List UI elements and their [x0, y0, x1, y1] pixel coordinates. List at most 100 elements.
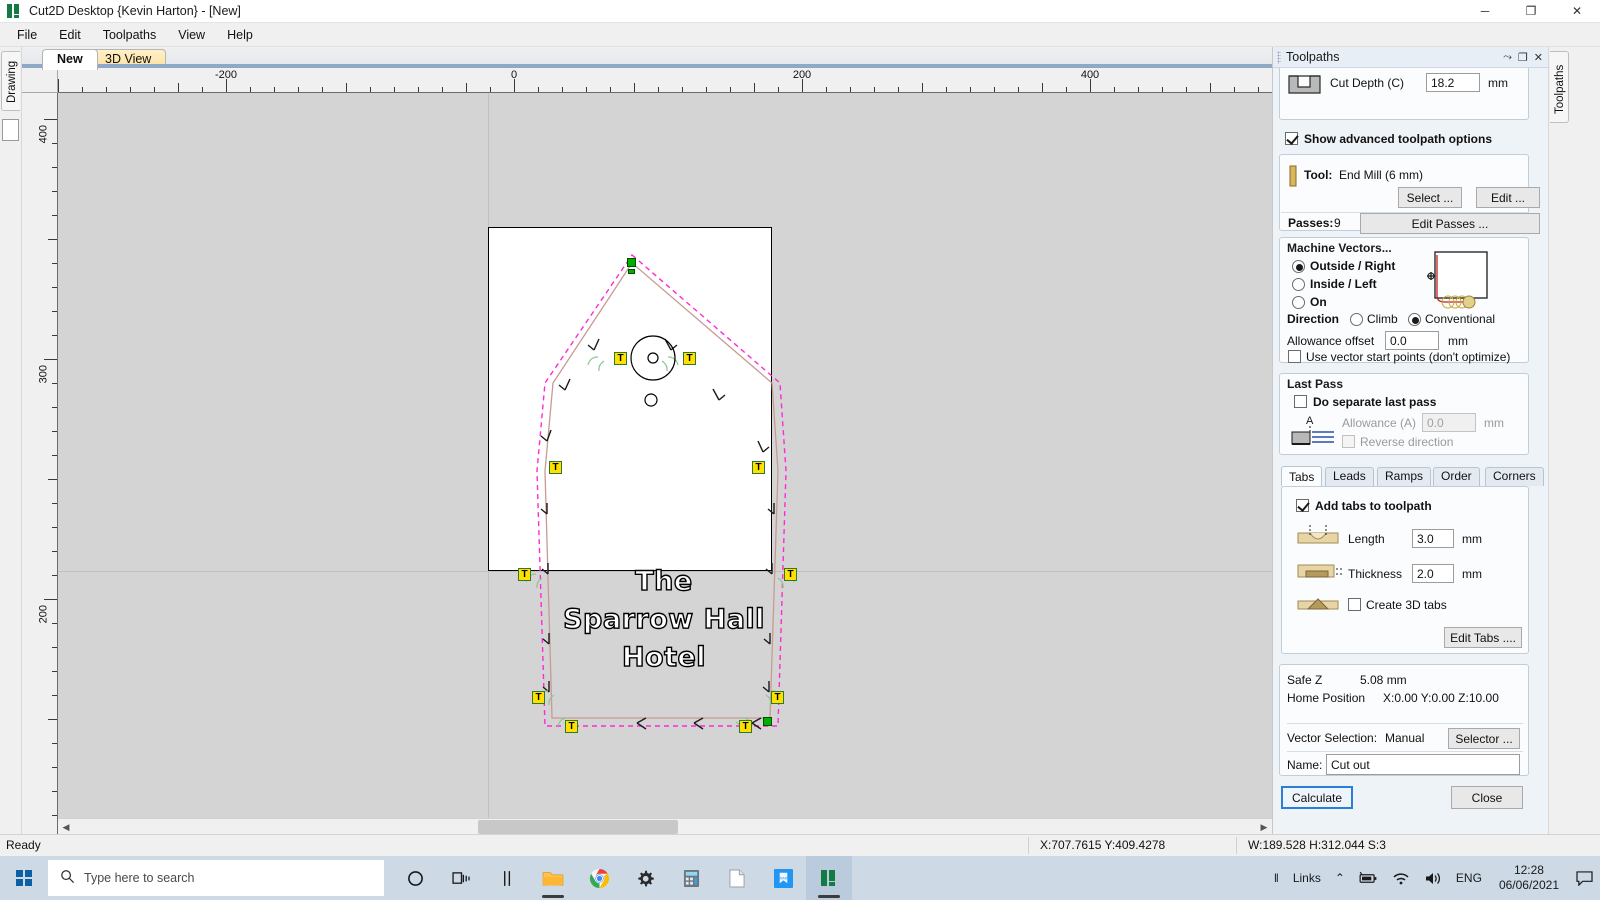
chrome-icon[interactable]: [576, 856, 622, 900]
start-button[interactable]: [0, 856, 48, 900]
tab-length-label: Length: [1348, 532, 1385, 546]
tab-marker[interactable]: T: [532, 691, 545, 704]
tool-label: Tool:: [1304, 168, 1332, 182]
radio-inside-left[interactable]: [1292, 278, 1305, 291]
panel-grip-icon[interactable]: [1277, 51, 1281, 64]
option-tab-corners[interactable]: Corners: [1485, 467, 1544, 486]
edit-tabs-button[interactable]: Edit Tabs ....: [1444, 627, 1522, 648]
tab-marker[interactable]: T: [771, 691, 784, 704]
toolpath-start-point-marker[interactable]: [628, 269, 635, 274]
tab-thickness-label: Thickness: [1348, 567, 1402, 581]
clock[interactable]: 12:28 06/06/2021: [1489, 856, 1569, 900]
drawing-canvas[interactable]: T T T T T T T T T T The Sparrow Hall Hot…: [58, 93, 1272, 834]
show-hidden-icons-chevron[interactable]: ⌃: [1328, 856, 1352, 900]
use-start-points-checkbox[interactable]: [1288, 350, 1301, 363]
scroll-left-icon[interactable]: ◀: [58, 819, 74, 835]
panel-close-icon[interactable]: ✕: [1534, 51, 1543, 64]
notepad-icon[interactable]: [714, 856, 760, 900]
ruler-h-label-3: 400: [1081, 69, 1099, 81]
toolpath-end-point-marker[interactable]: [763, 717, 772, 726]
toolpath-start-point-marker[interactable]: [627, 258, 636, 267]
add-tabs-label: Add tabs to toolpath: [1315, 499, 1432, 513]
calculator-icon[interactable]: [668, 856, 714, 900]
battery-icon[interactable]: [1352, 856, 1385, 900]
links-toolbar-label[interactable]: Links: [1286, 856, 1328, 900]
close-toolpath-button[interactable]: Close: [1451, 786, 1523, 809]
tab-thickness-input[interactable]: [1412, 564, 1454, 583]
home-position-value: X:0.00 Y:0.00 Z:10.00: [1383, 691, 1499, 705]
menu-view[interactable]: View: [167, 25, 216, 45]
maximize-button[interactable]: ❐: [1508, 0, 1554, 23]
allowance-offset-input[interactable]: [1385, 331, 1439, 350]
calculate-button[interactable]: Calculate: [1281, 786, 1353, 809]
right-edge-filler: [1570, 47, 1600, 834]
create-3d-tabs-checkbox[interactable]: [1348, 598, 1361, 611]
left-rail-placeholder: [2, 119, 19, 141]
scroll-right-icon[interactable]: ▶: [1256, 819, 1272, 835]
option-tab-order[interactable]: Order: [1433, 467, 1480, 486]
wifi-icon[interactable]: [1385, 856, 1417, 900]
option-tab-ramps[interactable]: Ramps: [1377, 467, 1431, 486]
sign-text-line-2: Sparrow Hall: [552, 601, 776, 639]
do-separate-last-pass-checkbox[interactable]: [1294, 395, 1307, 408]
tab-marker[interactable]: T: [683, 352, 696, 365]
cut-depth-input[interactable]: [1426, 73, 1480, 92]
toolpath-name-input[interactable]: [1326, 754, 1520, 775]
window-controls: ─ ❐ ✕: [1462, 0, 1600, 23]
radio-on[interactable]: [1292, 296, 1305, 309]
drawing-tab-vertical[interactable]: Drawing: [1, 51, 20, 111]
canvas-horizontal-scrollbar[interactable]: ◀ ▶: [58, 818, 1272, 834]
tab-marker[interactable]: T: [784, 568, 797, 581]
cut-depth-unit: mm: [1488, 76, 1508, 90]
add-tabs-checkbox[interactable]: [1296, 499, 1309, 512]
tab-marker[interactable]: T: [565, 720, 578, 733]
tab-new[interactable]: New: [42, 49, 98, 70]
menu-toolpaths[interactable]: Toolpaths: [92, 25, 168, 45]
settings-icon[interactable]: [622, 856, 668, 900]
show-advanced-checkbox[interactable]: [1285, 132, 1298, 145]
menu-edit[interactable]: Edit: [48, 25, 92, 45]
task-view-icon[interactable]: [438, 856, 484, 900]
menu-help[interactable]: Help: [216, 25, 264, 45]
tab-marker-label: T: [742, 721, 748, 732]
menu-file[interactable]: File: [6, 25, 48, 45]
document-area: New 3D View -200 0: [22, 47, 1272, 834]
cut2d-icon[interactable]: [806, 856, 852, 900]
tab-marker[interactable]: T: [739, 720, 752, 733]
tool-edit-button[interactable]: Edit ...: [1476, 187, 1540, 208]
tab-3d-view[interactable]: 3D View: [90, 49, 166, 70]
snipping-tool-icon[interactable]: [484, 856, 530, 900]
tab-marker[interactable]: T: [614, 352, 627, 365]
volume-icon[interactable]: [1417, 856, 1449, 900]
scrollbar-thumb[interactable]: [478, 820, 678, 834]
winrar-icon[interactable]: RAR: [760, 856, 806, 900]
radio-outside-right[interactable]: [1292, 260, 1305, 273]
tool-select-button[interactable]: Select ...: [1398, 187, 1462, 208]
option-tab-tabs[interactable]: Tabs: [1281, 466, 1322, 486]
toolpaths-panel-header: Toolpaths ⤳ ❐ ✕: [1273, 47, 1549, 68]
language-indicator[interactable]: ENG: [1449, 856, 1489, 900]
close-button[interactable]: ✕: [1554, 0, 1600, 23]
last-pass-title: Last Pass: [1287, 377, 1343, 391]
tab-marker[interactable]: T: [549, 461, 562, 474]
taskbar-search-box[interactable]: Type here to search: [48, 860, 384, 896]
tab-marker[interactable]: T: [752, 461, 765, 474]
cortana-icon[interactable]: [392, 856, 438, 900]
vector-selector-button[interactable]: Selector ...: [1448, 728, 1520, 749]
minimize-button[interactable]: ─: [1462, 0, 1508, 23]
edit-passes-button[interactable]: Edit Passes ...: [1360, 213, 1540, 234]
allowance-a-input[interactable]: [1422, 413, 1476, 432]
option-tab-leads[interactable]: Leads: [1325, 467, 1374, 486]
tab-3d-icon: [1296, 593, 1342, 615]
panel-undock-icon[interactable]: ❐: [1518, 51, 1528, 64]
cut-depth-icon: [1288, 73, 1322, 95]
action-center-icon[interactable]: [1569, 856, 1600, 900]
tab-marker[interactable]: T: [518, 568, 531, 581]
radio-climb[interactable]: [1350, 313, 1363, 326]
toolpaths-tab-vertical[interactable]: Toolpaths: [1550, 51, 1569, 123]
tab-length-input[interactable]: [1412, 529, 1454, 548]
file-explorer-icon[interactable]: [530, 856, 576, 900]
radio-conventional[interactable]: [1408, 313, 1421, 326]
panel-autohide-icon[interactable]: ⤳: [1503, 51, 1512, 64]
reverse-direction-checkbox[interactable]: [1342, 435, 1355, 448]
